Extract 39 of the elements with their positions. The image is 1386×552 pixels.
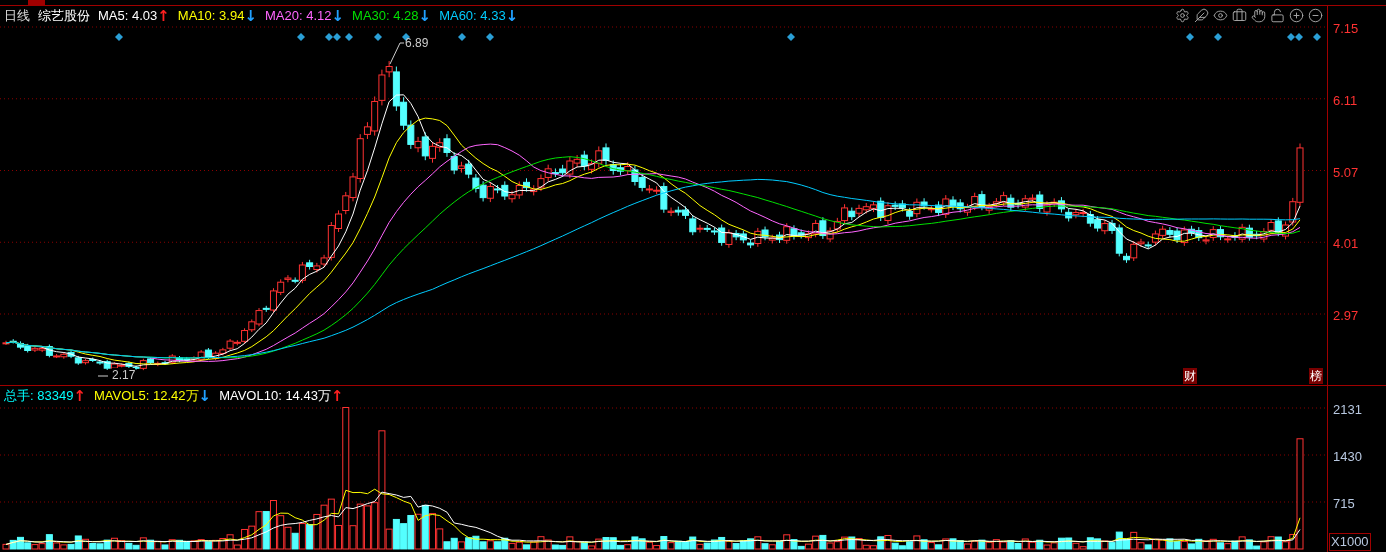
price-axis-label: 7.15 (1333, 20, 1359, 38)
volume-axis-label: 715 (1333, 495, 1355, 513)
indicator-value: MA10: 3.94 (177, 7, 245, 26)
volume-unit-label: X1000 (1329, 533, 1371, 551)
price-axis-label: 5.07 (1333, 163, 1359, 182)
indicator-value: MA60: 4.33 (439, 7, 506, 26)
indicator-value: MAVOL10: 14.43万 (219, 387, 331, 406)
low-price-label: 2.17 (112, 368, 136, 382)
price-axis-label: 6.11 (1333, 91, 1358, 110)
zoom-in-icon[interactable] (1289, 8, 1304, 23)
feather-icon[interactable] (1194, 8, 1209, 23)
trend-arrow: ↓ (331, 8, 345, 24)
hand-icon[interactable] (1251, 8, 1266, 23)
period-label: 日线 (4, 7, 30, 26)
indicator-value: MA20: 4.12 (264, 7, 332, 26)
trend-arrow: ↓ (198, 388, 212, 404)
trend-arrow: ↓ (244, 8, 257, 24)
trend-arrow: ↑ (157, 8, 170, 24)
price-axis-label: 4.01 (1333, 235, 1359, 254)
trend-arrow: ↓ (505, 8, 519, 24)
trend-arrow: ↓ (418, 8, 432, 24)
indicator-value: MAVOL5: 12.42万 (94, 387, 199, 406)
trend-arrow: ↑ (73, 388, 86, 404)
volume-axis-label: 2131 (1333, 401, 1362, 419)
indicator-value: MA30: 4.28 (352, 7, 419, 26)
settings-icon[interactable] (1175, 8, 1190, 23)
unlock-icon[interactable] (1270, 8, 1285, 23)
zoom-out-icon[interactable] (1308, 8, 1323, 23)
indicator-value: MA5: 4.03 (98, 7, 158, 26)
stock-name: 综艺股份 (38, 7, 90, 26)
toolbox-icon[interactable] (1232, 8, 1247, 23)
event-badge[interactable]: 财 (1183, 368, 1197, 384)
trend-arrow: ↑ (330, 388, 344, 404)
volume-axis-label: 1430 (1333, 448, 1362, 466)
event-badge[interactable]: 榜 (1309, 368, 1323, 384)
eye-icon[interactable] (1213, 8, 1228, 23)
price-axis-label: 2.97 (1333, 307, 1359, 325)
high-price-label: 6.89 (405, 35, 429, 52)
indicator-value: 总手: 83349 (4, 387, 74, 406)
